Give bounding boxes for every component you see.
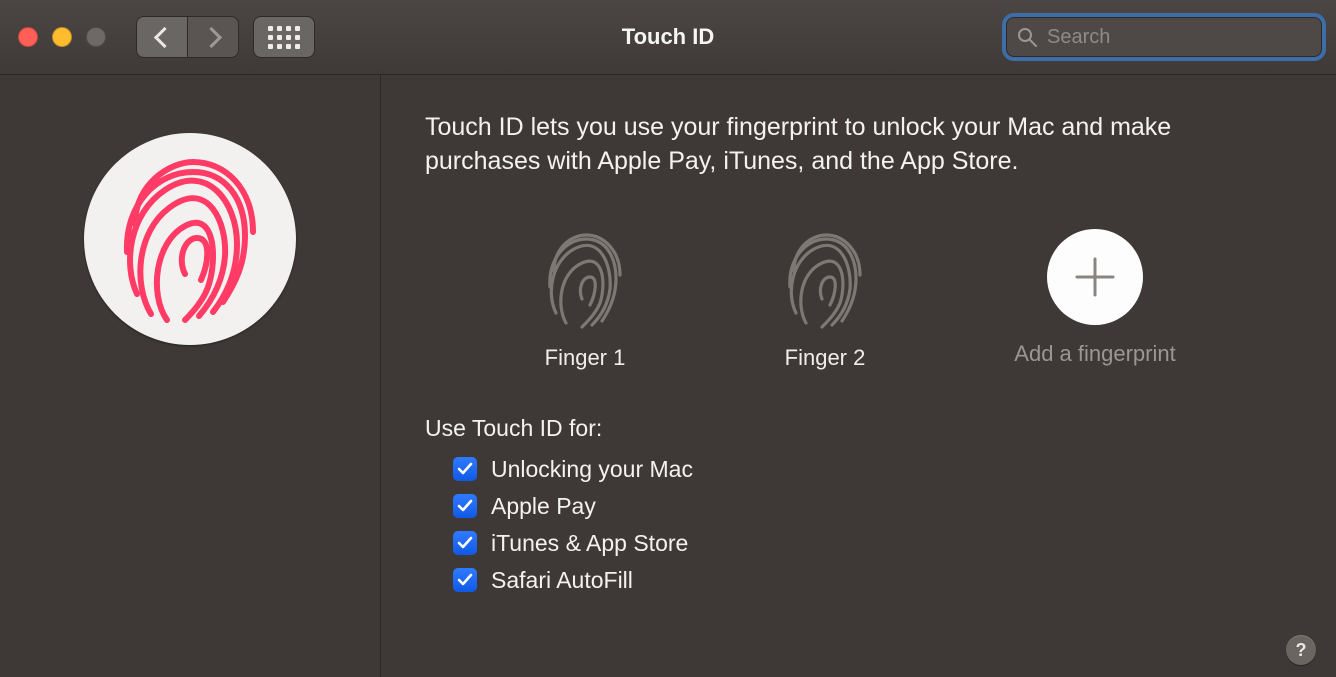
check-icon (457, 573, 473, 587)
titlebar: Touch ID (0, 0, 1336, 75)
search-field-container[interactable] (1006, 17, 1322, 57)
option-label: Safari AutoFill (491, 567, 633, 594)
description-text: Touch ID lets you use your fingerprint t… (425, 111, 1185, 179)
help-button[interactable]: ? (1286, 635, 1316, 665)
touch-id-options: Unlocking your Mac Apple Pay iTunes & Ap… (453, 456, 1292, 594)
option-safari-autofill[interactable]: Safari AutoFill (453, 567, 1292, 594)
touch-id-hero-icon (84, 133, 296, 345)
fingerprint-icon (542, 229, 628, 329)
check-icon (457, 499, 473, 513)
add-circle (1047, 229, 1143, 325)
search-input[interactable] (1045, 25, 1314, 50)
back-button[interactable] (136, 16, 188, 58)
fingerprint-label: Finger 2 (785, 345, 866, 371)
check-icon (457, 536, 473, 550)
use-touch-id-header: Use Touch ID for: (425, 415, 1292, 442)
close-window-button[interactable] (18, 27, 38, 47)
nav-buttons (136, 16, 239, 58)
checkbox[interactable] (453, 494, 477, 518)
fingerprint-label: Finger 1 (545, 345, 626, 371)
checkbox[interactable] (453, 568, 477, 592)
zoom-window-button[interactable] (86, 27, 106, 47)
content-area: Touch ID lets you use your fingerprint t… (0, 75, 1336, 677)
question-mark-icon: ? (1296, 640, 1307, 661)
minimize-window-button[interactable] (52, 27, 72, 47)
forward-button[interactable] (187, 16, 239, 58)
show-all-button[interactable] (253, 16, 315, 58)
option-apple-pay[interactable]: Apple Pay (453, 493, 1292, 520)
window-controls (18, 27, 106, 47)
fingerprint-row: Finger 1 Finger 2 (525, 229, 1292, 371)
fingerprint-icon (782, 229, 868, 329)
add-fingerprint-button[interactable]: Add a fingerprint (1005, 229, 1185, 367)
search-icon (1017, 27, 1037, 47)
checkbox[interactable] (453, 457, 477, 481)
plus-icon (1071, 253, 1119, 301)
main-panel: Touch ID lets you use your fingerprint t… (381, 75, 1336, 677)
option-label: iTunes & App Store (491, 530, 688, 557)
fingerprint-icon (115, 154, 265, 324)
sidebar (0, 75, 381, 677)
option-label: Unlocking your Mac (491, 456, 693, 483)
checkbox[interactable] (453, 531, 477, 555)
option-unlock-mac[interactable]: Unlocking your Mac (453, 456, 1292, 483)
option-label: Apple Pay (491, 493, 596, 520)
chevron-left-icon (153, 26, 174, 47)
fingerprint-slot-1[interactable]: Finger 1 (525, 229, 645, 371)
chevron-right-icon (200, 26, 221, 47)
grid-icon (268, 26, 300, 49)
option-itunes-appstore[interactable]: iTunes & App Store (453, 530, 1292, 557)
fingerprint-slot-2[interactable]: Finger 2 (765, 229, 885, 371)
add-fingerprint-label: Add a fingerprint (1014, 341, 1175, 367)
check-icon (457, 462, 473, 476)
